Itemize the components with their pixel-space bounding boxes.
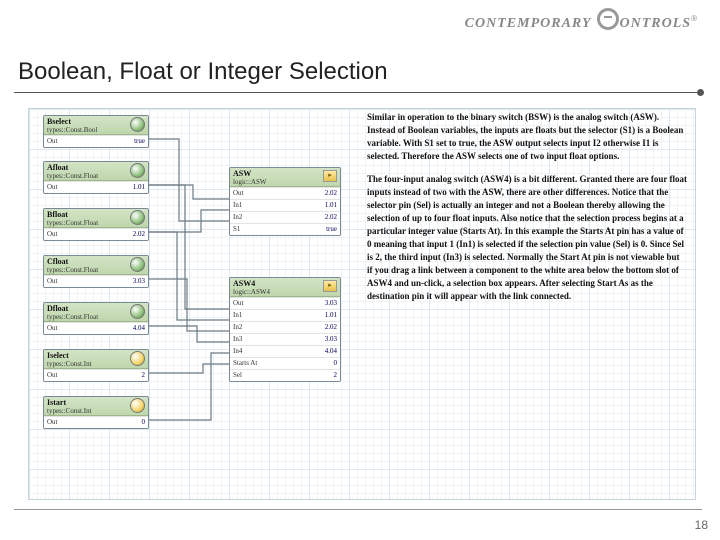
- status-dot: [130, 398, 145, 413]
- logic-icon: ▸: [323, 280, 337, 292]
- diagram-canvas: Bselecttypes::Const.Bool Outtrue Afloatt…: [28, 108, 696, 500]
- logic-icon: ▸: [323, 170, 337, 182]
- block-asw4[interactable]: ASW4logic::ASW4 ▸ Out3.03 In11.01 In22.0…: [229, 277, 341, 382]
- footer-rule: [14, 509, 702, 510]
- block-iselect[interactable]: Iselecttypes::Const.Int Out2: [43, 349, 149, 382]
- title-rule: [14, 92, 702, 93]
- brand-logo: CONTEMPORARY ONTROLS®: [465, 8, 698, 32]
- status-dot: [130, 351, 145, 366]
- block-istart[interactable]: Istarttypes::Const.Int Out0: [43, 396, 149, 429]
- block-asw[interactable]: ASWlogic::ASW ▸ Out2.02 In11.01 In22.02 …: [229, 167, 341, 236]
- status-dot: [130, 163, 145, 178]
- description-text: Similar in operation to the binary switc…: [367, 111, 687, 313]
- block-bselect[interactable]: Bselecttypes::Const.Bool Outtrue: [43, 115, 149, 148]
- status-dot: [130, 117, 145, 132]
- page-title: Boolean, Float or Integer Selection: [18, 58, 388, 86]
- block-dfloat[interactable]: Dfloattypes::Const.Float Out4.04: [43, 302, 149, 335]
- block-afloat[interactable]: Afloattypes::Const.Float Out1.01: [43, 161, 149, 194]
- status-dot: [130, 257, 145, 272]
- block-bfloat[interactable]: Bfloattypes::Const.Float Out2.02: [43, 208, 149, 241]
- status-dot: [130, 210, 145, 225]
- page-number: 18: [695, 518, 708, 532]
- block-cfloat[interactable]: Cfloattypes::Const.Float Out3.03: [43, 255, 149, 288]
- status-dot: [130, 304, 145, 319]
